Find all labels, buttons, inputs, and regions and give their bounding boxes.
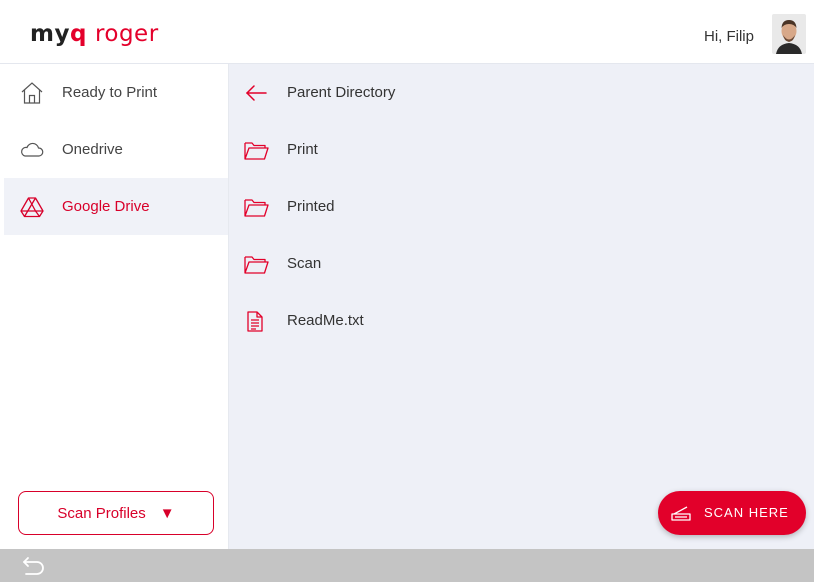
scan-profiles-button[interactable]: Scan Profiles ▼ xyxy=(18,491,214,535)
text-file-icon xyxy=(243,309,269,333)
home-icon xyxy=(20,81,44,105)
parent-directory-row[interactable]: Parent Directory xyxy=(229,64,814,121)
folder-icon xyxy=(243,195,269,219)
parent-directory-label: Parent Directory xyxy=(287,84,396,101)
logo-q: q xyxy=(69,21,87,47)
arrow-left-icon xyxy=(243,81,269,105)
sidebar: Ready to Print Onedrive Google Drive Sca… xyxy=(0,64,229,549)
file-name: Print xyxy=(287,141,318,158)
google-drive-icon xyxy=(20,195,44,219)
folder-icon xyxy=(243,138,269,162)
folder-icon xyxy=(243,252,269,276)
list-item[interactable]: ReadMe.txt xyxy=(229,292,814,349)
file-name: ReadMe.txt xyxy=(287,312,364,329)
list-item[interactable]: Scan xyxy=(229,235,814,292)
sidebar-item-google-drive[interactable]: Google Drive xyxy=(4,178,228,235)
scan-here-label: SCAN HERE xyxy=(704,505,789,520)
user-greeting: Hi, Filip xyxy=(703,28,754,45)
myq-roger-logo: my q roger xyxy=(30,21,159,47)
cloud-icon xyxy=(20,138,44,162)
avatar[interactable] xyxy=(772,14,806,54)
list-item[interactable]: Print xyxy=(229,121,814,178)
caret-down-icon: ▼ xyxy=(159,504,175,522)
bottom-system-bar xyxy=(0,549,814,582)
file-name: Scan xyxy=(287,255,322,272)
back-icon[interactable] xyxy=(20,555,46,577)
sidebar-item-label: Google Drive xyxy=(62,198,150,215)
sidebar-item-ready-to-print[interactable]: Ready to Print xyxy=(4,64,228,121)
file-name: Printed xyxy=(287,198,335,215)
logo-roger: roger xyxy=(94,21,159,47)
scanner-icon xyxy=(670,503,692,523)
logo-my: my xyxy=(30,21,70,47)
sidebar-item-onedrive[interactable]: Onedrive xyxy=(4,121,228,178)
file-browser: Parent Directory Print Printed Scan Read… xyxy=(229,64,814,549)
scan-profiles-label: Scan Profiles xyxy=(57,504,146,522)
sidebar-item-label: Onedrive xyxy=(62,141,123,158)
list-item[interactable]: Printed xyxy=(229,178,814,235)
sidebar-item-label: Ready to Print xyxy=(62,84,158,101)
scan-here-button[interactable]: SCAN HERE xyxy=(658,491,806,535)
top-bar: my q roger Hi, Filip xyxy=(0,0,814,64)
